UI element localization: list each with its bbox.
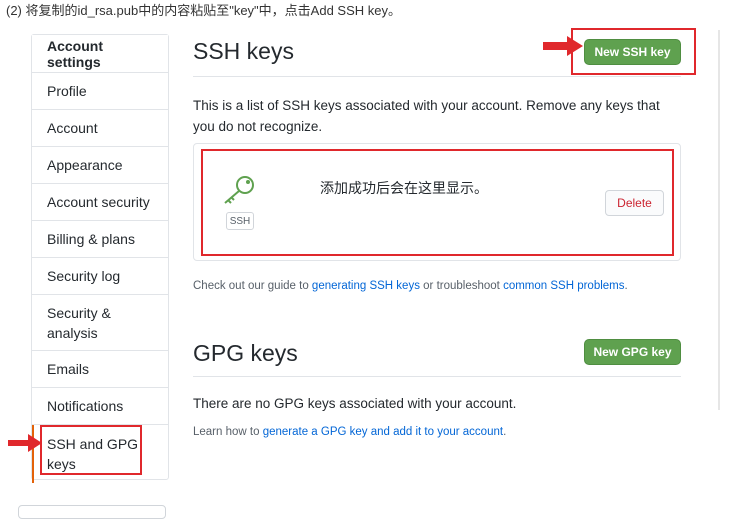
sidebar-item-notifications[interactable]: Notifications bbox=[32, 388, 168, 425]
common-ssh-problems-link[interactable]: common SSH problems bbox=[503, 280, 624, 292]
annotation-box-ssh-gpg-item bbox=[40, 425, 142, 475]
gpg-keys-title: GPG keys bbox=[193, 340, 298, 366]
no-gpg-keys-text: There are no GPG keys associated with yo… bbox=[193, 396, 517, 411]
sidebar-lower-box bbox=[18, 505, 166, 519]
annotation-box-new-ssh-key bbox=[571, 28, 696, 75]
sidebar-item-security-log[interactable]: Security log bbox=[32, 258, 168, 295]
ssh-guide-text: Check out our guide to generating SSH ke… bbox=[193, 280, 628, 292]
new-gpg-key-button[interactable]: New GPG key bbox=[584, 339, 681, 365]
generating-ssh-keys-link[interactable]: generating SSH keys bbox=[312, 280, 420, 292]
learn-prefix: Learn how to bbox=[193, 426, 263, 438]
sidebar-item-account-security[interactable]: Account security bbox=[32, 184, 168, 221]
ssh-badge: SSH bbox=[226, 212, 254, 230]
arrow-icon bbox=[8, 434, 42, 452]
page-scrollbar[interactable] bbox=[718, 30, 720, 410]
sidebar-item-security-analysis[interactable]: Security & analysis bbox=[32, 295, 168, 351]
ssh-description: This is a list of SSH keys associated wi… bbox=[193, 98, 660, 134]
guide-mid: or troubleshoot bbox=[419, 280, 504, 292]
sidebar-item-profile[interactable]: Profile bbox=[32, 73, 168, 110]
sidebar-item-emails[interactable]: Emails bbox=[32, 351, 168, 388]
sidebar-item-appearance[interactable]: Appearance bbox=[32, 147, 168, 184]
generate-gpg-key-link[interactable]: generate a GPG key and add it to your ac… bbox=[263, 426, 503, 438]
ssh-keys-title: SSH keys bbox=[193, 38, 294, 64]
sidebar-item-billing[interactable]: Billing & plans bbox=[32, 221, 168, 258]
arrow-icon bbox=[543, 36, 583, 56]
sidebar-header: Account settings bbox=[32, 35, 168, 73]
key-icon bbox=[224, 176, 254, 204]
delete-key-button[interactable]: Delete bbox=[605, 190, 664, 216]
ssh-title-divider bbox=[193, 76, 681, 77]
tutorial-caption: (2) 将复制的id_rsa.pub中的内容粘贴至"key"中，点击Add SS… bbox=[6, 3, 401, 18]
added-placeholder-message: 添加成功后会在这里显示。 bbox=[320, 180, 488, 196]
sidebar-item-account[interactable]: Account bbox=[32, 110, 168, 147]
learn-suffix: . bbox=[503, 426, 507, 438]
guide-prefix: Check out our guide to bbox=[193, 280, 312, 292]
settings-sidebar: Account settings Profile Account Appeara… bbox=[31, 34, 169, 483]
guide-suffix: . bbox=[624, 280, 628, 292]
gpg-title-divider bbox=[193, 376, 681, 377]
gpg-learn-text: Learn how to generate a GPG key and add … bbox=[193, 426, 506, 438]
annotation-box-key-area bbox=[201, 149, 674, 256]
